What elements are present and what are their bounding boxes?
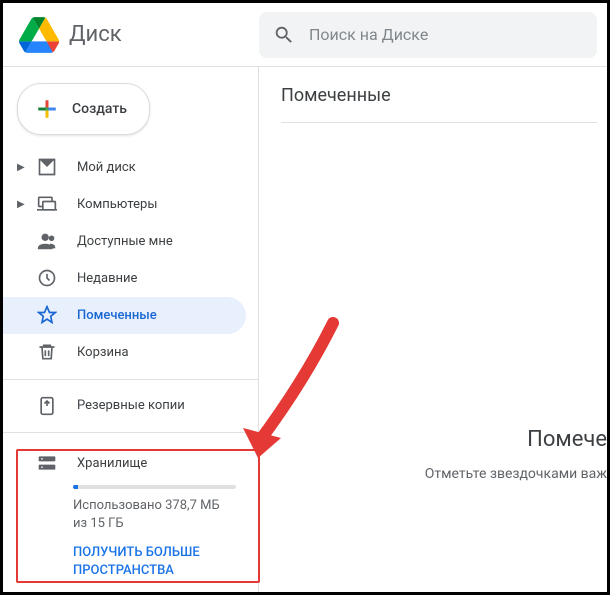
backups-icon — [35, 394, 59, 418]
nav-label: Доступные мне — [77, 234, 173, 249]
empty-state-subtitle: Отметьте звездочками важ — [425, 466, 607, 482]
logo-section[interactable]: Диск — [19, 17, 259, 53]
storage-header[interactable]: Хранилище — [17, 451, 246, 475]
recent-icon — [35, 266, 59, 290]
app-name: Диск — [69, 22, 122, 47]
sidebar-item-my-drive[interactable]: ▶ Мой диск — [3, 149, 246, 186]
storage-icon — [35, 451, 59, 475]
drive-logo-icon — [19, 17, 59, 53]
empty-state: Помече Отметьте звездочками важ — [425, 427, 607, 482]
sidebar-item-recent[interactable]: Недавние — [3, 260, 246, 297]
divider — [3, 432, 258, 433]
nav-label: Резервные копии — [77, 398, 185, 413]
storage-progress-bar — [73, 485, 236, 489]
page-title: Помеченные — [281, 85, 597, 123]
storage-progress-fill — [73, 485, 78, 489]
sidebar-item-starred[interactable]: Помеченные — [3, 297, 246, 334]
nav-label: Корзина — [77, 345, 129, 360]
create-button[interactable]: Создать — [17, 83, 150, 135]
nav-label: Компьютеры — [77, 197, 157, 212]
empty-state-title: Помече — [425, 427, 607, 452]
sidebar-item-trash[interactable]: Корзина — [3, 334, 246, 371]
sidebar-item-computers[interactable]: ▶ Компьютеры — [3, 186, 246, 223]
storage-title: Хранилище — [77, 456, 147, 471]
nav-label: Помеченные — [77, 308, 157, 323]
sidebar-item-backups[interactable]: Резервные копии — [3, 387, 246, 424]
get-more-storage-link[interactable]: ПОЛУЧИТЬ БОЛЬШЕ ПРОСТРАНСТВА — [73, 544, 246, 580]
expand-arrow-icon[interactable]: ▶ — [17, 199, 29, 210]
storage-section: Хранилище Использовано 378,7 МБ из 15 ГБ… — [3, 441, 258, 592]
storage-used-text: Использовано 378,7 МБ из 15 ГБ — [73, 497, 236, 533]
nav-label: Недавние — [77, 271, 137, 286]
create-label: Создать — [72, 101, 127, 117]
star-icon — [35, 303, 59, 327]
search-icon — [273, 24, 295, 46]
search-bar[interactable] — [259, 12, 597, 58]
sidebar: Создать ▶ Мой диск ▶ Компьютеры Доступны… — [3, 67, 259, 592]
trash-icon — [35, 340, 59, 364]
my-drive-icon — [35, 155, 59, 179]
main-content: Помеченные Помече Отметьте звездочками в… — [259, 67, 607, 592]
divider — [3, 379, 258, 380]
sidebar-item-shared[interactable]: Доступные мне — [3, 223, 246, 260]
computers-icon — [35, 192, 59, 216]
expand-arrow-icon[interactable]: ▶ — [17, 162, 29, 173]
search-input[interactable] — [309, 25, 583, 44]
plus-icon — [34, 96, 60, 122]
shared-icon — [35, 229, 59, 253]
nav-label: Мой диск — [77, 160, 136, 175]
